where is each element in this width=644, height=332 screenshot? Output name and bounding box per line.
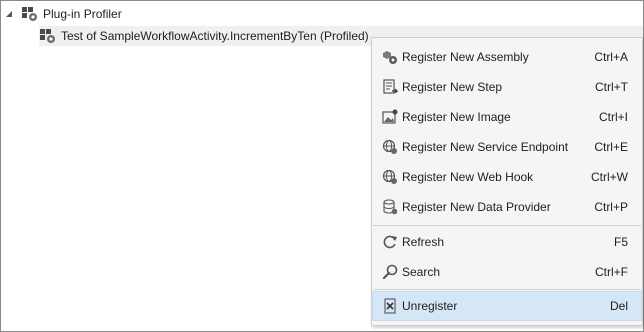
plugin-type-icon [39, 28, 57, 44]
menu-item-register-new-image[interactable]: Register New Image Ctrl+I [372, 102, 642, 132]
menu-item-register-new-step[interactable]: Register New Step Ctrl+T [372, 72, 642, 102]
menu-separator [373, 225, 641, 226]
unregister-icon [382, 298, 398, 314]
tree-node-plugin-profiler[interactable]: Plug-in Profiler [3, 4, 122, 24]
menu-separator [373, 289, 641, 290]
tree-node-label: Test of SampleWorkflowActivity.Increment… [61, 29, 369, 43]
refresh-icon [382, 234, 398, 250]
plugin-assembly-icon [21, 6, 39, 22]
image-icon [382, 109, 398, 125]
service-endpoint-icon [382, 139, 398, 155]
menu-item-register-new-web-hook[interactable]: Register New Web Hook Ctrl+W [372, 162, 642, 192]
collapse-triangle-icon[interactable] [3, 8, 15, 20]
menu-item-search[interactable]: Search Ctrl+F [372, 257, 642, 287]
menu-item-register-new-assembly[interactable]: Register New Assembly Ctrl+A [372, 42, 642, 72]
menu-item-refresh[interactable]: Refresh F5 [372, 227, 642, 257]
assembly-icon [382, 49, 398, 65]
tree-node-label: Plug-in Profiler [43, 7, 122, 21]
web-hook-icon [382, 169, 398, 185]
context-menu: Register New Assembly Ctrl+A Register Ne… [371, 37, 643, 326]
menu-item-register-new-data-provider[interactable]: Register New Data Provider Ctrl+P [372, 192, 642, 222]
data-provider-icon [382, 199, 398, 215]
menu-item-unregister[interactable]: Unregister Del [372, 291, 642, 321]
step-icon [382, 79, 398, 95]
menu-item-register-new-service-endpoint[interactable]: Register New Service Endpoint Ctrl+E [372, 132, 642, 162]
search-icon [382, 264, 398, 280]
